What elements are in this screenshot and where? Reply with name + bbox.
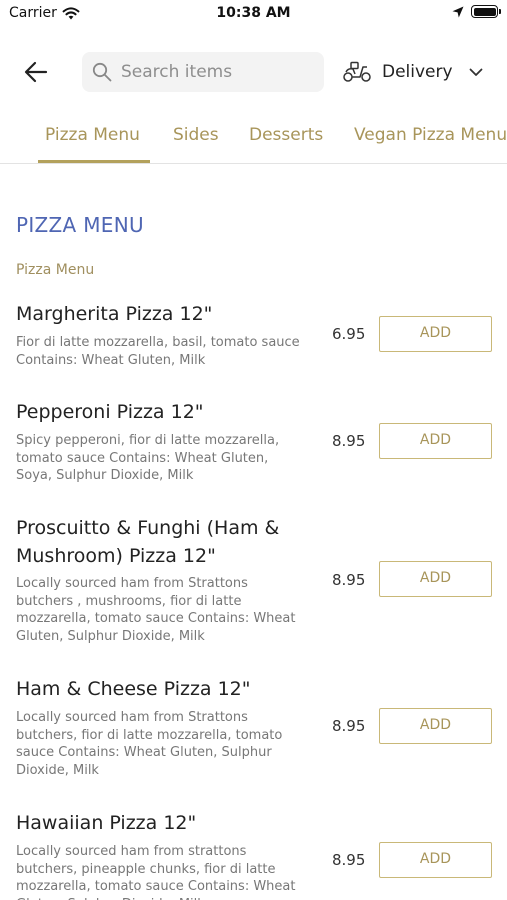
delivery-label: Delivery [382,62,453,82]
item-name: Margherita Pizza 12" [16,303,213,325]
add-button[interactable]: ADD [379,316,492,352]
tab-desserts[interactable]: Desserts [249,125,323,145]
add-button[interactable]: ADD [379,423,492,459]
back-button[interactable] [22,59,50,85]
search-bar[interactable] [82,52,324,92]
section-title: PIZZA MENU [16,213,144,237]
status-time: 10:38 AM [216,5,291,21]
status-indicators [452,5,501,18]
item-price: 8.95 [332,571,366,589]
item-description: Fior di latte mozzarella, basil, tomato … [16,335,300,368]
delivery-selector[interactable]: Delivery [342,56,483,88]
item-price: 8.95 [332,851,366,869]
add-button[interactable]: ADD [379,561,492,597]
search-input[interactable] [121,62,311,82]
item-name: Ham & Cheese Pizza 12" [16,678,251,700]
item-price: 8.95 [332,717,366,735]
header: Delivery [0,50,507,94]
item-description: Locally sourced ham from Strattons butch… [16,576,296,644]
item-name: Hawaiian Pizza 12" [16,812,197,834]
item-description: Locally sourced ham from strattons butch… [16,844,296,900]
item-description: Spicy pepperoni, fior di latte mozzarell… [16,433,280,483]
arrow-left-icon [24,61,48,83]
item-name: Pepperoni Pizza 12" [16,401,204,423]
tab-sides[interactable]: Sides [173,125,219,145]
item-price: 8.95 [332,432,366,450]
item-name: Proscuitto & Funghi (Ham & Mushroom) Piz… [16,517,280,567]
chevron-down-icon [469,68,482,76]
item-price: 6.95 [332,325,366,343]
tab-pizza-menu[interactable]: Pizza Menu [45,125,140,145]
add-button[interactable]: ADD [379,842,492,878]
battery-icon [471,5,501,18]
category-tabs: Pizza Menu Sides Desserts Vegan Pizza Me… [0,112,507,164]
active-tab-indicator [38,160,150,163]
location-arrow-icon [452,6,464,17]
search-icon [92,62,112,82]
item-description: Locally sourced ham from Strattons butch… [16,710,283,778]
add-button[interactable]: ADD [379,708,492,744]
tab-vegan-pizza-menu[interactable]: Vegan Pizza Menu [354,125,507,145]
scooter-icon [343,61,371,82]
category-label: Pizza Menu [16,262,95,278]
status-bar: Carrier 10:38 AM [0,0,507,28]
